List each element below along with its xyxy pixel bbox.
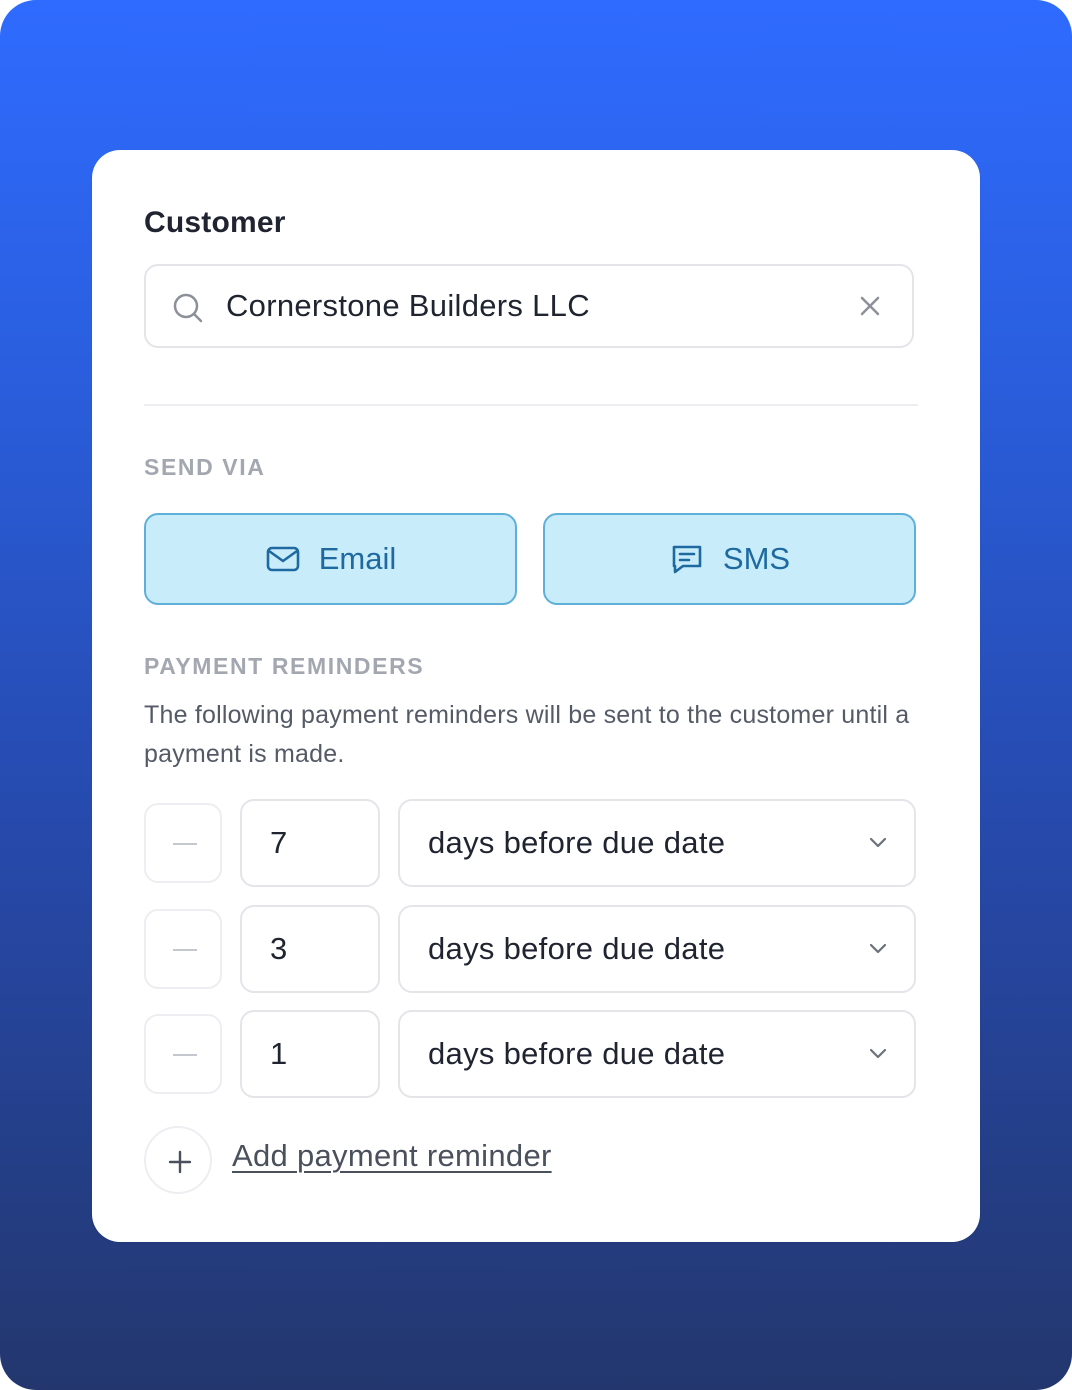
payment-reminders-description: The following payment reminders will be …	[144, 701, 910, 768]
close-icon[interactable]	[858, 294, 882, 318]
send-via-label: SEND VIA	[144, 454, 266, 480]
plus-icon	[168, 1150, 192, 1174]
payment-reminders-label: PAYMENT REMINDERS	[144, 653, 425, 679]
email-channel-label: Email	[318, 541, 397, 576]
remove-reminder-button[interactable]	[144, 803, 222, 883]
remove-reminder-button[interactable]	[144, 909, 222, 989]
customer-label: Customer	[144, 206, 286, 239]
chevron-down-icon	[869, 943, 887, 954]
email-channel-button[interactable]: Email	[144, 513, 517, 605]
reminder-days-input[interactable]	[240, 905, 380, 993]
reminder-timing-value: days before due date	[428, 1036, 726, 1071]
reminder-timing-value: days before due date	[428, 931, 726, 966]
sms-channel-button[interactable]: SMS	[543, 513, 916, 605]
reminder-row: days before due date	[144, 1010, 918, 1098]
reminder-timing-select[interactable]: days before due date	[398, 905, 916, 993]
reminder-row: days before due date	[144, 799, 918, 887]
search-icon	[173, 293, 203, 323]
minus-icon	[173, 843, 197, 845]
add-payment-reminder-link[interactable]: Add payment reminder	[232, 1138, 552, 1174]
reminder-days-input[interactable]	[240, 799, 380, 887]
background-frame: Customer SEND VIA Email	[0, 0, 1072, 1390]
chat-icon	[672, 545, 702, 574]
reminder-settings-card: Customer SEND VIA Email	[92, 150, 980, 1242]
customer-search-box[interactable]	[144, 264, 914, 348]
chevron-down-icon	[869, 837, 887, 848]
chevron-down-icon	[869, 1048, 887, 1059]
reminder-row: days before due date	[144, 905, 918, 993]
minus-icon	[173, 949, 197, 951]
customer-search-input[interactable]	[226, 266, 826, 346]
mail-icon	[266, 546, 300, 572]
remove-reminder-button[interactable]	[144, 1014, 222, 1094]
sms-channel-label: SMS	[722, 541, 791, 576]
reminder-timing-value: days before due date	[428, 825, 726, 860]
add-reminder-button[interactable]	[144, 1126, 212, 1194]
reminder-timing-select[interactable]: days before due date	[398, 799, 916, 887]
minus-icon	[173, 1054, 197, 1056]
reminder-timing-select[interactable]: days before due date	[398, 1010, 916, 1098]
reminder-days-input[interactable]	[240, 1010, 380, 1098]
section-divider	[144, 404, 918, 406]
